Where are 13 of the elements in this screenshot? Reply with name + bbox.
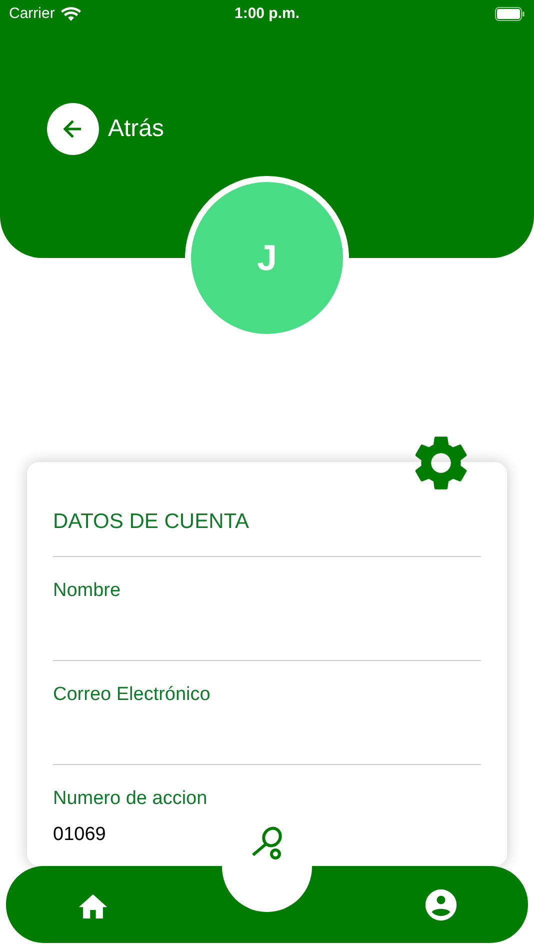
- field-label: Correo Electrónico: [53, 682, 212, 706]
- card-title: DATOS DE CUENTA: [53, 506, 481, 556]
- wifi-icon: [60, 7, 81, 21]
- field-label: Nombre: [53, 578, 122, 602]
- back-label[interactable]: Atrás: [108, 111, 164, 147]
- field-value[interactable]: 01069: [53, 821, 481, 850]
- battery-icon: [495, 7, 525, 21]
- avatar-initial: J: [256, 236, 278, 280]
- status-time: 1:00 p.m.: [234, 4, 300, 24]
- back-button[interactable]: [47, 103, 99, 155]
- profile-icon[interactable]: [424, 888, 458, 922]
- carrier-label: Carrier: [9, 4, 55, 24]
- field-label: Numero de accion: [53, 786, 208, 810]
